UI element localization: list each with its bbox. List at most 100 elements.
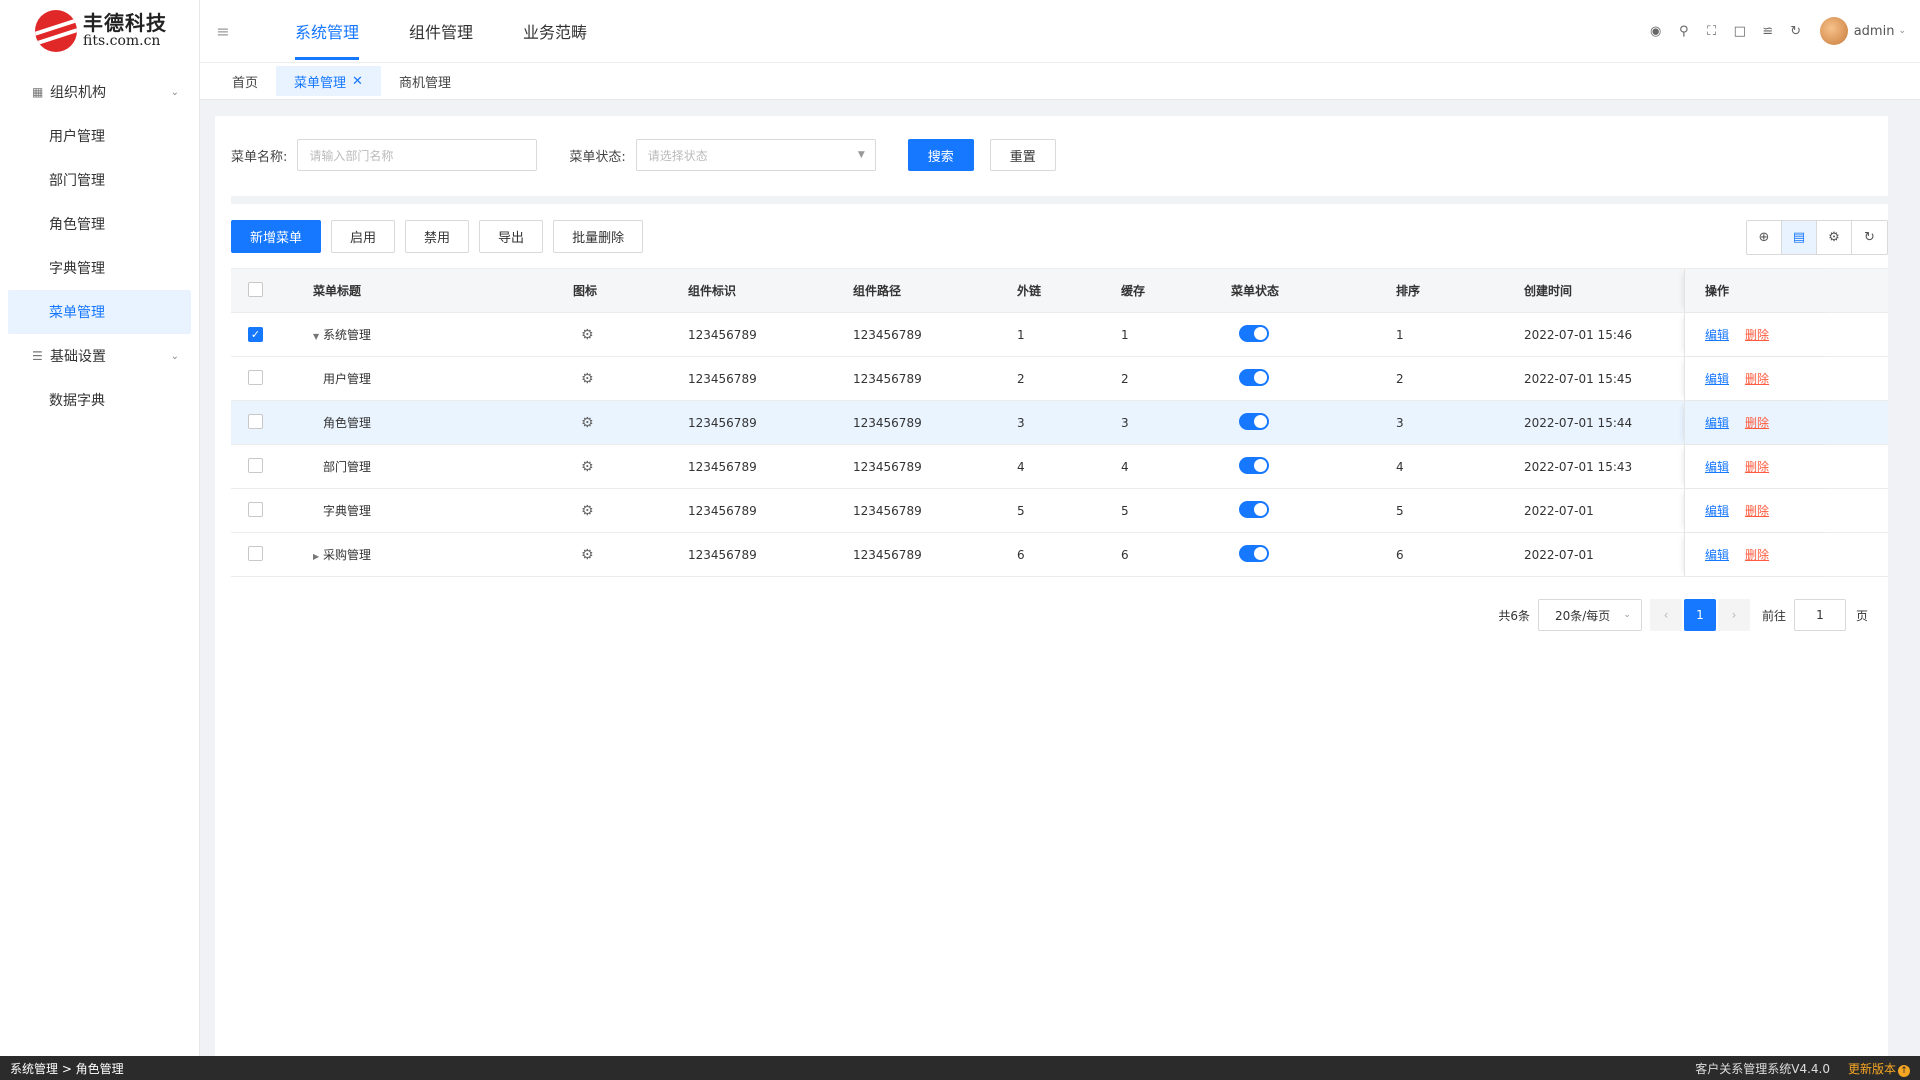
refresh-icon[interactable]: ↻ — [1852, 221, 1887, 254]
topnav-components[interactable]: 组件管理 — [384, 0, 498, 62]
sidebar-item-data-dictionary[interactable]: 数据字典 — [8, 378, 191, 422]
caret-right-icon[interactable]: ▶ — [313, 552, 323, 561]
zoom-search-icon[interactable]: ⊕ — [1747, 221, 1782, 254]
sidebar-item-users[interactable]: 用户管理 — [8, 114, 191, 158]
org-icon: ▦ — [32, 85, 44, 99]
row-checkbox[interactable] — [248, 545, 263, 561]
message-icon[interactable]: □ — [1726, 24, 1754, 39]
batch-delete-button[interactable]: 批量删除 — [553, 220, 644, 253]
reset-button[interactable]: 重置 — [989, 139, 1056, 171]
sidebar-item-menus[interactable]: 菜单管理 — [8, 290, 191, 334]
row-checkbox[interactable]: ✓ — [248, 327, 263, 342]
tab-home[interactable]: 首页 — [214, 66, 276, 96]
username[interactable]: admin — [1854, 24, 1895, 39]
header-icon: 图标 — [573, 284, 598, 298]
export-button[interactable]: 导出 — [479, 220, 544, 253]
search-icon[interactable]: ⚲ — [1670, 24, 1698, 39]
gear-icon[interactable]: ⚙ — [1817, 221, 1852, 254]
sidebar-group-org[interactable]: ▦ 组织机构 ⌄ — [0, 70, 199, 114]
row-ops: 编辑 删除 — [1684, 313, 1836, 356]
row-path: 123456789 — [853, 327, 922, 342]
brand-logo-icon — [35, 10, 77, 52]
edit-link[interactable]: 编辑 — [1705, 458, 1729, 475]
topnav-business[interactable]: 业务范畴 — [498, 0, 612, 62]
lock-icon[interactable]: ◉ — [1642, 24, 1670, 39]
table-row[interactable]: 用户管理 ⚙ 123456789 123456789 2 2 2 2022-07… — [231, 357, 1888, 401]
table-row[interactable]: ▶ 采购管理 ⚙ 123456789 123456789 6 6 6 2022-0… — [231, 533, 1888, 577]
row-external: 6 — [1017, 547, 1025, 562]
chevron-down-icon[interactable]: ⌄ — [1898, 26, 1906, 36]
close-icon[interactable]: ✕ — [352, 74, 363, 89]
delete-link[interactable]: 删除 — [1745, 370, 1769, 387]
chevron-down-icon: ⌄ — [170, 86, 179, 98]
table-row[interactable]: 角色管理 ⚙ 123456789 123456789 3 3 3 2022-07… — [231, 401, 1888, 445]
menu-toggle-icon[interactable]: ≡ — [200, 22, 246, 41]
row-checkbox-cell: ✓ — [231, 327, 313, 342]
delete-link[interactable]: 删除 — [1745, 546, 1769, 563]
header-ops: 操作 — [1684, 269, 1836, 312]
current-page[interactable]: 1 — [1683, 599, 1716, 631]
status-toggle[interactable] — [1239, 456, 1269, 474]
row-path: 123456789 — [853, 371, 922, 386]
tab-label: 首页 — [232, 75, 259, 91]
delete-link[interactable]: 删除 — [1745, 326, 1769, 343]
next-page-button[interactable]: › — [1717, 599, 1750, 631]
row-path: 123456789 — [853, 503, 922, 518]
select-all-checkbox[interactable] — [248, 281, 263, 297]
fullscreen-icon[interactable]: ⛶ — [1698, 24, 1726, 39]
row-checkbox[interactable] — [248, 457, 263, 473]
row-external: 4 — [1017, 459, 1025, 474]
sidebar-group-basic-settings[interactable]: ☰ 基础设置 ⌄ — [0, 334, 199, 378]
status-toggle[interactable] — [1239, 412, 1269, 430]
table-row[interactable]: 字典管理 ⚙ 123456789 123456789 5 5 5 2022-07… — [231, 489, 1888, 533]
tab-opportunity-management[interactable]: 商机管理 — [381, 66, 469, 96]
edit-link[interactable]: 编辑 — [1705, 326, 1729, 343]
disable-button[interactable]: 禁用 — [405, 220, 470, 253]
refresh-icon[interactable]: ↻ — [1782, 24, 1810, 39]
row-cache: 5 — [1121, 503, 1129, 518]
edit-link[interactable]: 编辑 — [1705, 414, 1729, 431]
sidebar-item-dictionary[interactable]: 字典管理 — [8, 246, 191, 290]
add-menu-button[interactable]: 新增菜单 — [231, 220, 322, 253]
column-layout-icon[interactable]: ▤ — [1782, 221, 1817, 254]
menu-status-select[interactable]: 请选择状态 ▼ — [635, 139, 876, 171]
table-row[interactable]: ✓ ▼ 系统管理 ⚙ 123456789 123456789 1 1 1 2022… — [231, 313, 1888, 357]
edit-link[interactable]: 编辑 — [1705, 502, 1729, 519]
delete-link[interactable]: 删除 — [1745, 414, 1769, 431]
settings-sliders-icon[interactable]: ≌ — [1754, 24, 1782, 39]
delete-link[interactable]: 删除 — [1745, 502, 1769, 519]
row-checkbox-cell — [231, 369, 313, 388]
search-button[interactable]: 搜索 — [907, 139, 974, 171]
goto-page-input[interactable]: 1 — [1793, 599, 1846, 631]
edit-link[interactable]: 编辑 — [1705, 370, 1729, 387]
row-checkbox[interactable] — [248, 501, 263, 517]
tab-menu-management[interactable]: 菜单管理 ✕ — [276, 66, 381, 96]
prev-page-button[interactable]: ‹ — [1649, 599, 1682, 631]
sidebar-group-label: 组织机构 — [50, 85, 106, 101]
status-right: 客户关系管理系统V4.4.0 更新版本 ↑ — [1695, 1060, 1910, 1077]
row-status-cell — [1231, 500, 1396, 521]
page-size-select[interactable]: 20条/每页 ⌄ — [1537, 599, 1642, 631]
row-cache: 3 — [1121, 415, 1129, 430]
table-row[interactable]: 部门管理 ⚙ 123456789 123456789 4 4 4 2022-07… — [231, 445, 1888, 489]
edit-link[interactable]: 编辑 — [1705, 546, 1729, 563]
sidebar-item-roles[interactable]: 角色管理 — [8, 202, 191, 246]
enable-button[interactable]: 启用 — [331, 220, 396, 253]
status-toggle[interactable] — [1239, 368, 1269, 386]
row-checkbox[interactable] — [248, 369, 263, 385]
status-toggle[interactable] — [1239, 544, 1269, 562]
update-version-link[interactable]: 更新版本 ↑ — [1848, 1060, 1910, 1077]
row-title-cell: 用户管理 — [313, 370, 573, 387]
avatar[interactable] — [1819, 17, 1848, 45]
logo[interactable]: 丰德科技 fits.com.cn — [0, 0, 199, 62]
sidebar-item-departments[interactable]: 部门管理 — [8, 158, 191, 202]
row-icon-cell: ⚙ — [573, 327, 688, 343]
menu-name-input[interactable]: 请输入部门名称 — [297, 139, 538, 171]
caret-down-icon[interactable]: ▼ — [313, 332, 323, 341]
gear-icon: ⚙ — [581, 326, 594, 343]
delete-link[interactable]: 删除 — [1745, 458, 1769, 475]
topnav-system[interactable]: 系统管理 — [270, 0, 384, 62]
status-toggle[interactable] — [1239, 500, 1269, 518]
status-toggle[interactable] — [1239, 324, 1269, 342]
row-checkbox[interactable] — [248, 413, 263, 429]
